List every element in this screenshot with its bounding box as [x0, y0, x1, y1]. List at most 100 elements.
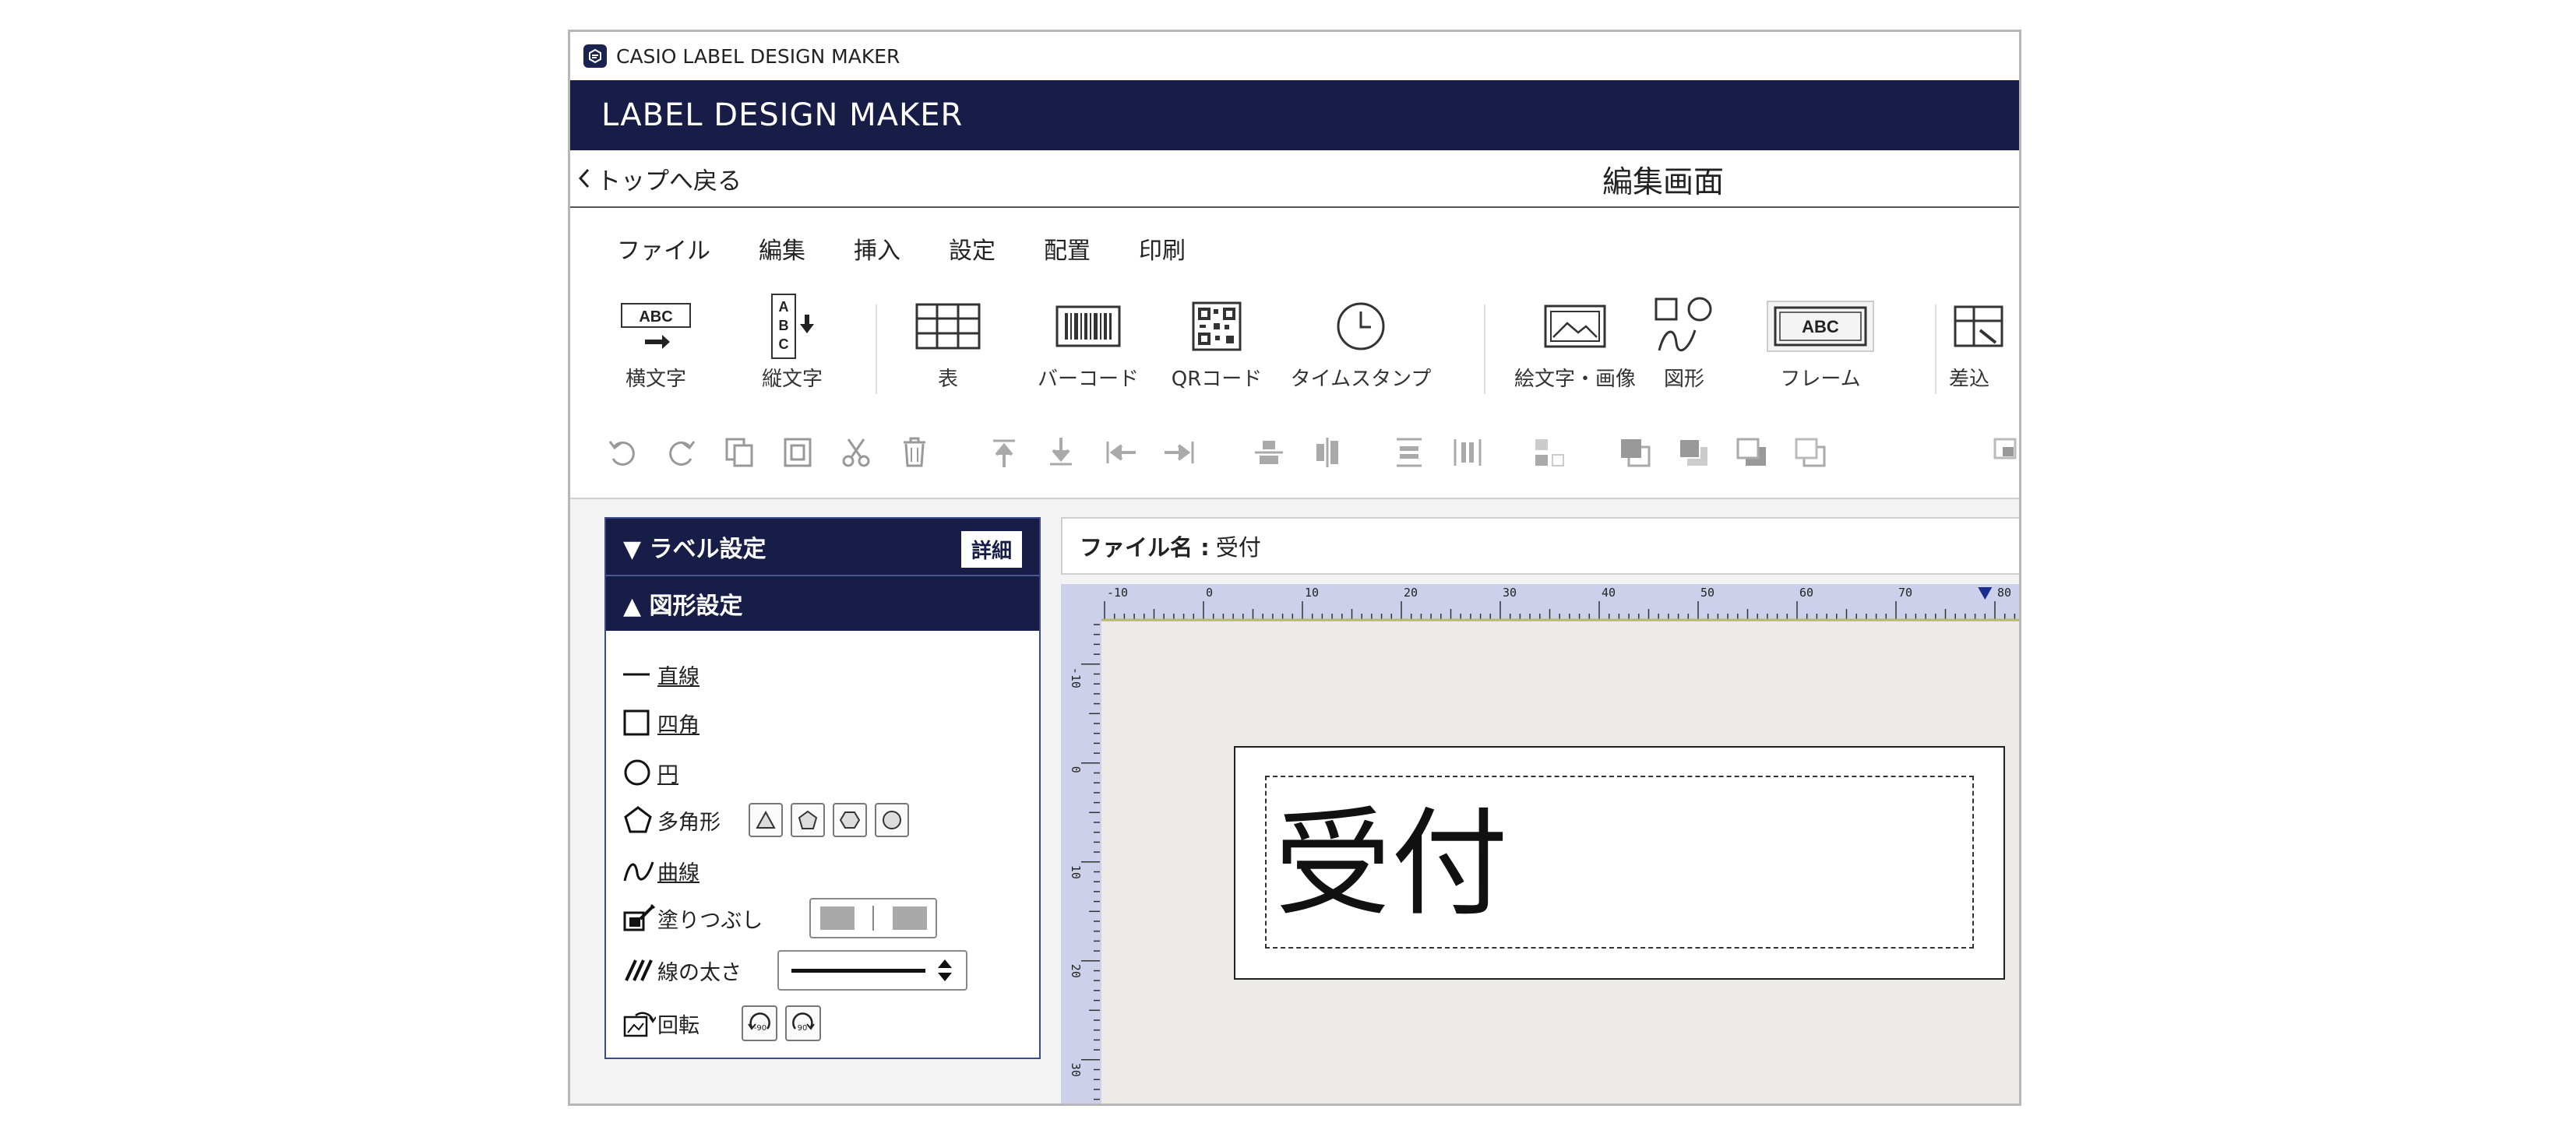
- design-canvas[interactable]: 受付: [1101, 621, 2019, 1104]
- distribute-h-button[interactable]: [1447, 429, 1489, 476]
- copy-icon: [725, 438, 753, 467]
- line-width-icon: [625, 959, 653, 981]
- distribute-horizontal-icon: [1454, 439, 1482, 466]
- spinner-icon: [938, 959, 952, 981]
- bring-forward-button[interactable]: [1672, 429, 1714, 476]
- label-text-object[interactable]: 受付: [1274, 769, 1508, 938]
- ruler-marker-icon[interactable]: [1978, 587, 1993, 600]
- cut-button[interactable]: [835, 429, 877, 476]
- bring-to-front-button[interactable]: [1614, 429, 1656, 476]
- tool-table[interactable]: 表: [882, 289, 1014, 398]
- svg-text:90: 90: [798, 1024, 808, 1033]
- ruler-label: 20: [1404, 586, 1418, 600]
- tool-label: フレーム: [1780, 368, 1861, 391]
- move-bottom-button[interactable]: [1040, 429, 1082, 476]
- tool-insert-data[interactable]: 差込: [1949, 289, 2019, 398]
- barcode-icon: [1055, 305, 1121, 347]
- tool-frame[interactable]: ABC フレーム: [1754, 289, 1887, 398]
- tool-label: タイムスタンプ: [1290, 368, 1432, 391]
- ruler-label: 80: [1997, 586, 2011, 600]
- svg-text:-90: -90: [754, 1024, 766, 1033]
- back-label: トップへ戻る: [597, 167, 742, 195]
- align-center-h-button[interactable]: [1248, 429, 1290, 476]
- work-area: ▼ ラベル設定 詳細 ▲ 図形設定 直線 四角 円 多角形 曲線 塗りつぶし 線…: [570, 498, 2019, 1104]
- line-width-row: 線の太さ: [623, 950, 967, 991]
- table-icon: [915, 303, 981, 349]
- polygon-hexagon-button[interactable]: [833, 803, 867, 837]
- align-center-v-button[interactable]: [1306, 429, 1348, 476]
- shape-rect-link[interactable]: 四角: [657, 708, 700, 738]
- bring-front-icon: [1621, 439, 1651, 467]
- rotate-row: 回転 -90 90: [623, 1004, 821, 1043]
- tool-barcode[interactable]: バーコード: [1022, 289, 1154, 398]
- send-to-back-button[interactable]: [1789, 429, 1831, 476]
- arrow-down-to-line-icon: [1050, 438, 1072, 466]
- menu-edit[interactable]: 編集: [759, 231, 805, 266]
- shape-curve-row: 曲線: [623, 851, 700, 890]
- align-center-horizontal-icon: [1255, 441, 1283, 464]
- octagon-icon: [883, 811, 901, 829]
- line-width-preview: [791, 968, 925, 973]
- copy-button[interactable]: [718, 429, 760, 476]
- label-settings-header[interactable]: ▼ ラベル設定 詳細: [606, 519, 1039, 575]
- tool-horizontal-text[interactable]: ABC 横文字: [590, 289, 722, 398]
- paste-button[interactable]: [777, 429, 819, 476]
- tool-qr-code[interactable]: QRコード: [1151, 289, 1283, 398]
- shape-settings-header[interactable]: ▲ 図形設定: [606, 575, 1039, 631]
- redo-button[interactable]: [661, 429, 703, 476]
- tool-timestamp[interactable]: タイムスタンプ: [1291, 289, 1431, 398]
- delete-button[interactable]: [893, 429, 936, 476]
- pentagon-icon: [798, 810, 818, 829]
- line-icon: [623, 673, 650, 676]
- tool-vertical-text[interactable]: ABC 縦文字: [726, 289, 858, 398]
- tool-shapes[interactable]: 図形: [1618, 289, 1750, 398]
- shape-line-link[interactable]: 直線: [657, 660, 700, 690]
- detail-button[interactable]: 詳細: [960, 531, 1022, 568]
- more-arrange-button[interactable]: [1988, 429, 2019, 476]
- menu-print[interactable]: 印刷: [1139, 231, 1186, 266]
- line-width-select[interactable]: [777, 950, 967, 991]
- distribute-v-button[interactable]: [1388, 429, 1430, 476]
- menu-insert[interactable]: 挿入: [854, 231, 900, 266]
- ruler-label: 30: [1069, 1063, 1083, 1077]
- window-titlebar: CASIO LABEL DESIGN MAKER: [570, 32, 2019, 80]
- circle-icon: [624, 759, 650, 786]
- line-width-label: 線の太さ: [657, 960, 742, 985]
- horizontal-ruler[interactable]: -10 0 10 20 30 40 50 60 70 80: [1101, 584, 2019, 621]
- undo-button[interactable]: [601, 429, 643, 476]
- rotate-left-icon: -90: [748, 1012, 770, 1033]
- arrow-up-to-line-icon: [993, 439, 1015, 467]
- rotate-left-button[interactable]: -90: [742, 1005, 777, 1041]
- menu-arrange[interactable]: 配置: [1044, 231, 1091, 266]
- polygon-pentagon-button[interactable]: [791, 803, 825, 837]
- shape-circle-link[interactable]: 円: [657, 758, 678, 788]
- rotate-image-icon: [623, 1012, 656, 1037]
- scissors-icon: [842, 438, 870, 467]
- send-backward-button[interactable]: [1731, 429, 1773, 476]
- fill-swatch: [819, 906, 855, 930]
- menu-settings[interactable]: 設定: [949, 231, 996, 266]
- fill-color-picker[interactable]: [809, 898, 938, 938]
- fill-label: 塗りつぶし: [657, 908, 763, 933]
- paste-icon: [784, 438, 812, 467]
- square-icon: [623, 709, 650, 736]
- ruler-label: -10: [1107, 586, 1128, 600]
- move-top-button[interactable]: [983, 429, 1025, 476]
- rotate-label: 回転: [657, 1013, 700, 1038]
- horizontal-text-icon: ABC: [621, 302, 691, 349]
- menu-file[interactable]: ファイル: [617, 231, 710, 266]
- back-to-top-button[interactable]: トップへ戻る: [576, 161, 742, 196]
- move-right-button[interactable]: [1158, 429, 1200, 476]
- label-tape[interactable]: 受付: [1234, 746, 2005, 980]
- move-left-button[interactable]: [1100, 429, 1142, 476]
- ruler-label: 0: [1206, 586, 1213, 600]
- rotate-right-button[interactable]: 90: [785, 1005, 821, 1041]
- polygon-octagon-button[interactable]: [875, 803, 909, 837]
- shape-curve-link[interactable]: 曲線: [657, 856, 700, 886]
- app-window: CASIO LABEL DESIGN MAKER LABEL DESIGN MA…: [568, 30, 2021, 1106]
- polygon-triangle-button[interactable]: [749, 803, 783, 837]
- group-button[interactable]: [1528, 429, 1570, 476]
- trash-icon: [904, 437, 925, 467]
- ruler-label: 60: [1799, 586, 1813, 600]
- vertical-ruler[interactable]: -10 0 10 20 30: [1061, 621, 1101, 1104]
